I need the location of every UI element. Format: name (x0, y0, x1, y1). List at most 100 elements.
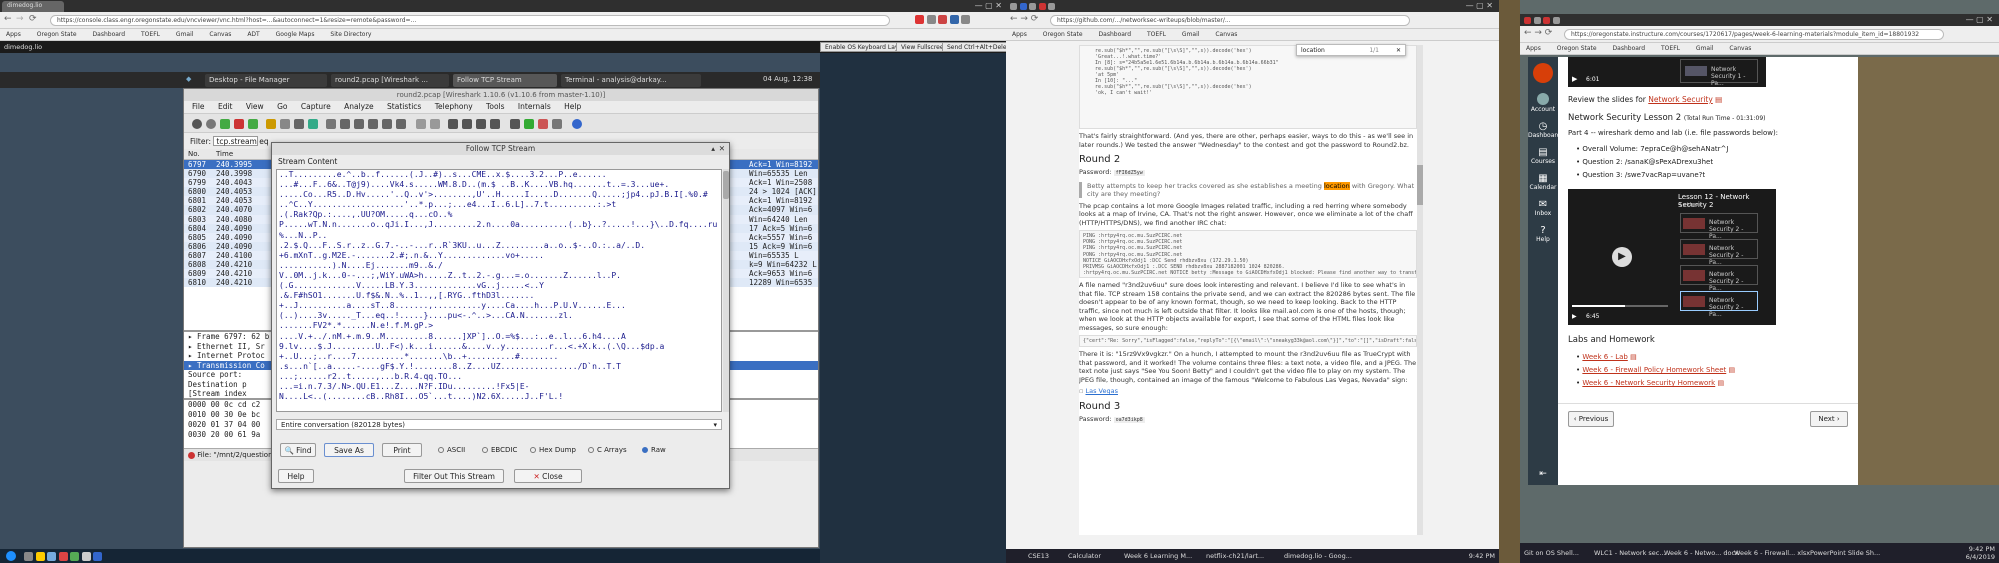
col-time[interactable]: Time (216, 150, 233, 158)
first-icon[interactable] (382, 119, 392, 129)
bookmark[interactable]: Dashboard (93, 31, 126, 38)
playlist-row[interactable]: Network Security 2 - Pa... (1680, 239, 1758, 266)
window-controls[interactable]: — ▢ ✕ (1466, 1, 1493, 10)
bookmark[interactable]: Dashboard (1613, 45, 1646, 52)
task-wireshark[interactable]: round2.pcap [Wireshark ... (331, 74, 449, 87)
video-thumb-row[interactable]: Network Security 1 - Pa... (1680, 59, 1758, 87)
bookmark[interactable]: Site Directory (330, 31, 371, 38)
extension-icons[interactable] (915, 15, 971, 24)
radio-carrays[interactable]: C Arrays (588, 446, 627, 454)
menu-go[interactable]: Go (277, 102, 287, 111)
video-playlist[interactable]: Lesson 12 - Network Security 2 4 videos … (1568, 189, 1776, 325)
playlist-row[interactable]: Network Security 2 - Pa... (1680, 213, 1758, 240)
preferences-icon[interactable] (552, 119, 562, 129)
normal-size-icon[interactable] (476, 119, 486, 129)
menu-internals[interactable]: Internals (518, 102, 551, 111)
tab-favicons[interactable] (1524, 16, 1560, 25)
bookmark[interactable]: Apps (1526, 45, 1541, 52)
bookmark[interactable]: Gmail (176, 31, 194, 38)
lab-link[interactable]: Week 6 - Lab (1582, 353, 1627, 361)
bookmark[interactable]: Canvas (1215, 31, 1237, 38)
close-icon[interactable]: ✕ (719, 143, 725, 155)
start-capture-icon[interactable] (220, 119, 230, 129)
taskbar-app-icons[interactable] (24, 552, 103, 561)
menu-statistics[interactable]: Statistics (387, 102, 421, 111)
taskbar-item[interactable]: PowerPoint Slide Sh... (1810, 549, 1880, 557)
nav-dashboard[interactable]: ◷ Dashboard (1528, 121, 1561, 139)
bookmark[interactable]: Canvas (209, 31, 231, 38)
play-icon[interactable]: ▶ (1572, 313, 1577, 320)
nav-forward-icon[interactable]: → (16, 14, 24, 24)
colorize-icon[interactable] (416, 119, 426, 129)
bookmark[interactable]: Apps (1012, 31, 1027, 38)
back-icon[interactable] (340, 119, 350, 129)
print-button[interactable]: Print (382, 443, 422, 457)
video-player-top[interactable]: ▶ 6:01 Network Security 1 - Pa... (1568, 57, 1766, 87)
nav-inbox[interactable]: ✉ Inbox (1528, 199, 1558, 217)
menu-tools[interactable]: Tools (486, 102, 504, 111)
bookmark[interactable]: Oregon State (37, 31, 77, 38)
forward-icon[interactable] (354, 119, 364, 129)
stream-content[interactable]: ..T.........e.^..b..f......(.J..#)..s...… (276, 169, 722, 412)
playlist-row-active[interactable]: Network Security 2 - Pa... (1680, 291, 1758, 318)
bookmark[interactable]: Oregon State (1557, 45, 1597, 52)
network-security-link[interactable]: Network Security (1648, 95, 1713, 104)
menu-view[interactable]: View (246, 102, 264, 111)
send-ctrl-alt-del-button[interactable]: Send Ctrl+Alt+Delete (942, 42, 1006, 52)
start-icon[interactable] (6, 551, 16, 561)
taskbar-item[interactable]: Calculator (1068, 552, 1101, 560)
help-button[interactable]: Help (278, 469, 314, 483)
find-icon[interactable] (326, 119, 336, 129)
apps-menu-icon[interactable]: ◆ (186, 75, 191, 83)
taskbar-item[interactable]: netflix-ch21/lart... (1206, 552, 1264, 560)
collapse-icon[interactable]: ⇤ (1528, 469, 1558, 479)
bookmark[interactable]: Dashboard (1099, 31, 1132, 38)
radio-hexdump[interactable]: Hex Dump (530, 446, 576, 454)
bookmark[interactable]: Google Maps (276, 31, 315, 38)
minimize-icon[interactable]: ▴ (711, 143, 715, 155)
bookmark[interactable]: TOEFL (1147, 31, 1166, 38)
menu-file[interactable]: File (192, 102, 205, 111)
taskbar-item[interactable]: Week 6 - Firewall... xlsx (1734, 549, 1810, 557)
options-icon[interactable] (206, 119, 216, 129)
window-controls[interactable]: — ▢ ✕ (975, 1, 1002, 10)
filter-input[interactable]: tcp.stream eq (213, 136, 269, 146)
nav-back-icon[interactable]: ← → ⟳ (1010, 14, 1038, 24)
page-scrollbar[interactable] (1417, 45, 1423, 535)
taskbar-item[interactable]: Git on OS Shell... (1524, 549, 1579, 557)
taskbar-item[interactable]: WLC1 - Network sec... (1594, 549, 1666, 557)
file-icon[interactable]: ▤ (1630, 353, 1637, 361)
zoom-out-icon[interactable] (462, 119, 472, 129)
las-vegas-image[interactable]: ▫ Las Vegas (1079, 387, 1417, 396)
taskbar-item[interactable]: dimedog.lio - Goog... (1284, 552, 1352, 560)
next-button[interactable]: Next › (1810, 411, 1848, 427)
menu-analyze[interactable]: Analyze (344, 102, 374, 111)
close-file-icon[interactable] (294, 119, 304, 129)
task-terminal[interactable]: Terminal - analysis@darkay... (561, 74, 701, 87)
conversation-select[interactable]: Entire conversation (820128 bytes) ▾ (276, 419, 722, 430)
find-input[interactable]: location (1301, 47, 1325, 54)
menu-help[interactable]: Help (564, 102, 581, 111)
save-as-button[interactable]: Save As (324, 443, 374, 457)
reload-icon[interactable]: ⟳ (29, 14, 37, 24)
resize-columns-icon[interactable] (490, 119, 500, 129)
nav-courses[interactable]: ▤ Courses (1528, 147, 1558, 165)
interfaces-icon[interactable] (192, 119, 202, 129)
close-button[interactable]: ✕ Close (514, 469, 582, 483)
stop-capture-icon[interactable] (234, 119, 244, 129)
address-bar-3[interactable]: https://oregonstate.instructure.com/cour… (1564, 29, 1944, 40)
taskbar-item[interactable]: Week 6 - Netwo... docx (1664, 549, 1739, 557)
nav-account[interactable]: Account (1528, 93, 1558, 113)
bookmark[interactable]: Gmail (1696, 45, 1714, 52)
play-button-icon[interactable]: ▶ (1612, 247, 1632, 267)
osu-logo-icon[interactable] (1533, 63, 1553, 83)
menu-capture[interactable]: Capture (301, 102, 331, 111)
file-icon[interactable]: ▤ (1728, 366, 1735, 374)
taskbar-item[interactable]: CSE13 (1028, 552, 1049, 560)
autoscroll-icon[interactable] (430, 119, 440, 129)
nav-back-icon[interactable]: ← (4, 14, 12, 24)
goto-icon[interactable] (368, 119, 378, 129)
capture-filters-icon[interactable] (510, 119, 520, 129)
bookmark[interactable]: Oregon State (1043, 31, 1083, 38)
filter-out-button[interactable]: Filter Out This Stream (404, 469, 504, 483)
